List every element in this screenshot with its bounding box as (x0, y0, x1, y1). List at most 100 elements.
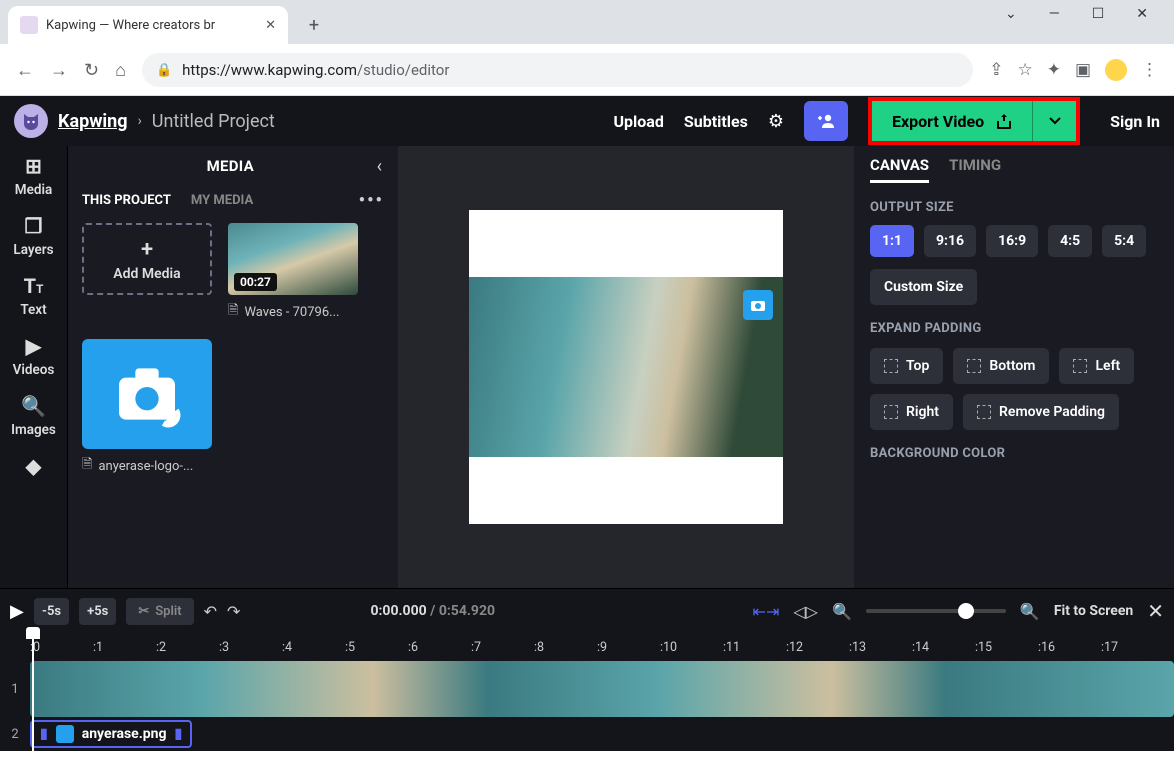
rail-label: Media (15, 182, 52, 198)
signin-button[interactable]: Sign In (1110, 112, 1160, 131)
play-button[interactable]: ▶ (10, 601, 24, 622)
brand-logo[interactable] (14, 104, 48, 138)
export-button[interactable]: Export Video (872, 101, 1032, 141)
maximize-icon[interactable]: ☐ (1092, 6, 1105, 22)
chevron-down-icon (1049, 117, 1061, 125)
extension-badge[interactable] (1105, 59, 1127, 81)
url-domain: www.kapwing.com (231, 61, 357, 79)
upload-button[interactable]: Upload (613, 112, 663, 131)
snap-icon[interactable]: ⇤⇥ (753, 602, 780, 621)
seek-back-button[interactable]: -5s (34, 598, 69, 625)
rail-layers[interactable]: ❐ Layers (13, 214, 53, 258)
clip-label: anyerase.png (82, 726, 167, 742)
close-window-icon[interactable]: ✕ (1136, 6, 1148, 22)
tab-timing[interactable]: TIMING (949, 156, 1001, 183)
panel-icon[interactable]: ▣ (1075, 60, 1091, 80)
forward-icon[interactable]: → (50, 60, 68, 81)
brand-link[interactable]: Kapwing (58, 111, 128, 132)
more-menu-icon[interactable]: ••• (359, 190, 384, 211)
rail-images[interactable]: 🔍 Images (11, 394, 56, 438)
pad-right[interactable]: Right (870, 394, 953, 430)
kebab-icon[interactable]: ⋮ (1141, 60, 1158, 80)
reload-icon[interactable]: ↻ (84, 60, 99, 81)
file-icon: 🗎 (228, 301, 238, 323)
split-button[interactable]: ✂Split (126, 598, 193, 625)
shapes-icon: ◆ (26, 454, 41, 478)
media-clip-anyerase[interactable]: 🗎 anyerase-logo-... (82, 339, 212, 477)
size-16-9[interactable]: 16:9 (986, 225, 1038, 257)
rail-elements[interactable]: ◆ (26, 454, 41, 478)
video-icon: ▶ (26, 334, 41, 358)
export-icon (996, 113, 1012, 129)
slider-thumb[interactable] (958, 603, 974, 619)
expand-padding-label: EXPAND PADDING (870, 321, 1158, 336)
gear-icon[interactable]: ⚙ (768, 111, 784, 132)
close-tab-icon[interactable]: ✕ (265, 18, 276, 33)
time-ruler[interactable]: :0:1:2:3:4:5:6:7:8:9:10:11:12:13:14:15:1… (0, 633, 1174, 661)
video-clip[interactable] (30, 661, 1174, 717)
close-timeline-icon[interactable]: ✕ (1147, 599, 1164, 623)
zoom-in-icon[interactable]: 🔍 (1020, 602, 1040, 621)
zoom-out-icon[interactable]: 🔍 (832, 602, 852, 621)
size-9-16[interactable]: 9:16 (924, 225, 976, 257)
project-name[interactable]: Untitled Project (152, 111, 275, 132)
track-row: 1 (6, 661, 1174, 717)
seek-forward-button[interactable]: +5s (79, 598, 116, 625)
new-tab-button[interactable]: + (300, 11, 328, 39)
media-clip-waves[interactable]: 00:27 🗎 Waves - 70796... (228, 223, 358, 323)
browser-tab[interactable]: Kapwing — Where creators br ✕ (8, 6, 288, 44)
rail-videos[interactable]: ▶ Videos (13, 334, 55, 378)
url-path: /studio/editor (357, 61, 449, 79)
clip-name: anyerase-logo-... (98, 459, 193, 474)
clip-handle-left[interactable]: ▮ (40, 726, 48, 742)
timeline-toolbar: ▶ -5s +5s ✂Split ↶ ↷ 0:00.000 / 0:54.920… (0, 589, 1174, 633)
trim-icon[interactable]: ◁▷ (793, 602, 818, 621)
remove-padding[interactable]: Remove Padding (963, 394, 1119, 430)
subtitles-button[interactable]: Subtitles (684, 112, 748, 131)
tab-my-media[interactable]: MY MEDIA (191, 193, 253, 208)
address-bar: ← → ↻ ⌂ 🔒 https://www.kapwing.com/studio… (0, 44, 1174, 96)
home-icon[interactable]: ⌂ (115, 60, 126, 81)
url-field[interactable]: 🔒 https://www.kapwing.com/studio/editor (142, 53, 973, 87)
undo-icon[interactable]: ↶ (204, 602, 217, 621)
pad-bottom[interactable]: Bottom (953, 348, 1049, 384)
playhead[interactable] (32, 633, 34, 783)
chevron-down-icon[interactable]: ⌄ (1005, 6, 1017, 22)
clip-thumbnail (82, 339, 212, 449)
pad-icon (884, 359, 898, 373)
canvas[interactable] (469, 210, 783, 524)
rail-media[interactable]: ⊞ Media (15, 154, 52, 198)
add-media-button[interactable]: + Add Media (82, 223, 212, 295)
add-user-button[interactable] (804, 101, 848, 141)
star-icon[interactable]: ☆ (1017, 60, 1032, 80)
zoom-slider[interactable] (866, 609, 1006, 613)
tab-this-project[interactable]: THIS PROJECT (82, 193, 171, 208)
redo-icon[interactable]: ↷ (227, 602, 240, 621)
export-dropdown[interactable] (1032, 101, 1076, 141)
rail-text[interactable]: TT Text (20, 274, 46, 318)
custom-size-button[interactable]: Custom Size (870, 269, 977, 305)
canvas-area[interactable] (398, 146, 854, 588)
pad-top[interactable]: Top (870, 348, 943, 384)
share-icon[interactable]: ⇪ (989, 60, 1003, 80)
pad-left[interactable]: Left (1059, 348, 1134, 384)
fit-screen-button[interactable]: Fit to Screen (1054, 603, 1133, 619)
search-icon: 🔍 (21, 394, 46, 418)
overlay-image[interactable] (743, 290, 773, 320)
rail-label: Videos (13, 362, 55, 378)
background-color-label: BACKGROUND COLOR (870, 446, 1158, 461)
clip-handle-right[interactable]: ▮ (175, 726, 183, 742)
minimize-icon[interactable]: — (1049, 6, 1060, 22)
timecode: 0:00.000 / 0:54.920 (370, 603, 495, 619)
puzzle-icon[interactable]: ✦ (1047, 60, 1061, 80)
pad-icon (977, 405, 991, 419)
plus-box-icon: ⊞ (25, 154, 42, 178)
size-4-5[interactable]: 4:5 (1048, 225, 1092, 257)
size-1-1[interactable]: 1:1 (870, 225, 914, 257)
track-lane[interactable]: ▮ anyerase.png ▮ (30, 720, 192, 748)
back-icon[interactable]: ← (16, 60, 34, 81)
size-5-4[interactable]: 5:4 (1102, 225, 1146, 257)
image-clip[interactable]: ▮ anyerase.png ▮ (30, 720, 192, 748)
tab-canvas[interactable]: CANVAS (870, 156, 929, 183)
collapse-icon[interactable]: ‹ (377, 156, 382, 177)
